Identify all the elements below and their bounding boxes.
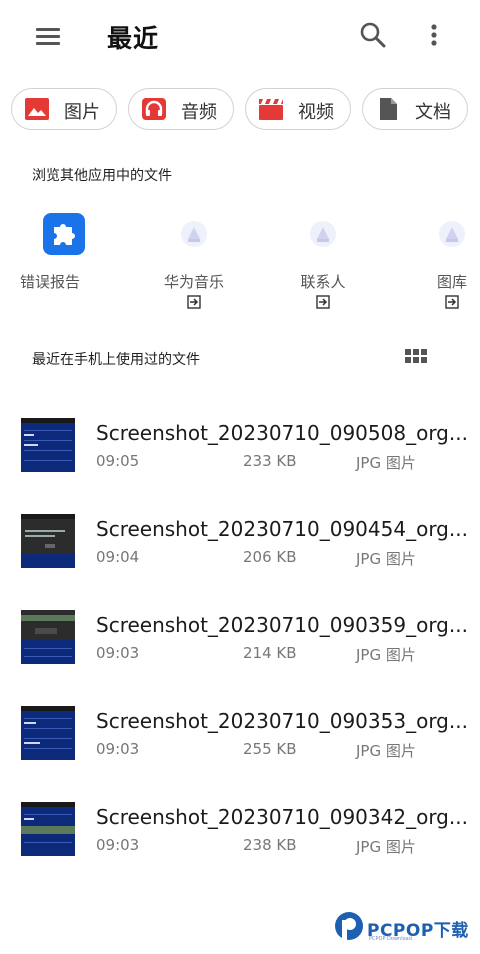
app-label: 图库 xyxy=(436,273,467,291)
recent-files-title: 最近在手机上使用过的文件 xyxy=(32,352,200,368)
category-chips: 图片 音频 视频 文档 xyxy=(11,88,471,132)
file-thumbnail xyxy=(21,514,75,568)
file-name: Screenshot_20230710_090353_org.... xyxy=(96,709,466,733)
app-huawei-music[interactable]: 华为音乐 xyxy=(139,205,249,315)
app-label: 华为音乐 xyxy=(163,273,224,291)
file-row[interactable]: Screenshot_20230710_090454_org.... 09:04… xyxy=(0,514,480,594)
file-time: 09:03 xyxy=(96,740,140,758)
app-placeholder-icon xyxy=(173,213,215,255)
top-app-bar: 最近 xyxy=(0,0,480,72)
headphones-icon xyxy=(142,98,166,120)
file-name: Screenshot_20230710_090342_org.... xyxy=(96,805,466,829)
file-type: JPG 图片 xyxy=(356,550,416,568)
chip-label: 文档 xyxy=(415,102,451,123)
file-size: 206 KB xyxy=(243,548,297,566)
chip-audio[interactable]: 音频 xyxy=(128,88,234,130)
app-label: 联系人 xyxy=(300,273,346,291)
hamburger-menu-icon[interactable] xyxy=(30,20,66,52)
chip-label: 图片 xyxy=(64,102,100,123)
app-contacts[interactable]: 联系人 xyxy=(268,205,378,315)
app-placeholder-icon xyxy=(431,213,473,255)
chip-label: 音频 xyxy=(181,102,217,123)
app-bug-report[interactable]: 错误报告 xyxy=(9,205,119,315)
other-apps-title: 浏览其他应用中的文件 xyxy=(32,168,172,184)
file-time: 09:05 xyxy=(96,452,140,470)
open-in-app-icon xyxy=(445,295,459,309)
file-size: 238 KB xyxy=(243,836,297,854)
file-type: JPG 图片 xyxy=(356,646,416,664)
file-time: 09:03 xyxy=(96,644,140,662)
file-row[interactable]: Screenshot_20230710_090359_org.... 09:03… xyxy=(0,610,480,690)
page-title: 最近 xyxy=(107,24,160,53)
file-type: JPG 图片 xyxy=(356,838,416,856)
chip-label: 视频 xyxy=(298,102,334,123)
open-in-app-icon xyxy=(316,295,330,309)
file-thumbnail xyxy=(21,418,75,472)
file-name: Screenshot_20230710_090359_org.... xyxy=(96,613,466,637)
chip-images[interactable]: 图片 xyxy=(11,88,117,130)
clapperboard-icon xyxy=(259,99,283,120)
file-size: 233 KB xyxy=(243,452,297,470)
watermark-sub: PCPOP Download xyxy=(369,936,412,942)
app-placeholder-icon xyxy=(302,213,344,255)
app-label: 错误报告 xyxy=(19,273,80,291)
file-size: 255 KB xyxy=(243,740,297,758)
file-type: JPG 图片 xyxy=(356,454,416,472)
watermark: PCPOP下载 PCPOP Download xyxy=(333,910,480,954)
chip-video[interactable]: 视频 xyxy=(245,88,351,130)
document-icon xyxy=(380,98,397,120)
image-icon xyxy=(25,98,49,120)
file-row[interactable]: Screenshot_20230710_090508_org.... 09:05… xyxy=(0,418,480,498)
file-name: Screenshot_20230710_090454_org.... xyxy=(96,517,466,541)
open-in-app-icon xyxy=(187,295,201,309)
file-row[interactable]: Screenshot_20230710_090353_org.... 09:03… xyxy=(0,706,480,786)
file-row[interactable]: Screenshot_20230710_090342_org.... 09:03… xyxy=(0,802,480,882)
file-name: Screenshot_20230710_090508_org.... xyxy=(96,421,466,445)
file-thumbnail xyxy=(21,706,75,760)
chip-documents[interactable]: 文档 xyxy=(362,88,468,130)
grid-view-icon[interactable] xyxy=(400,343,434,373)
file-size: 214 KB xyxy=(243,644,297,662)
file-time: 09:04 xyxy=(96,548,140,566)
file-time: 09:03 xyxy=(96,836,140,854)
other-apps-list: 错误报告 华为音乐 联系人 图库 xyxy=(0,205,480,315)
puzzle-icon xyxy=(43,213,85,255)
file-type: JPG 图片 xyxy=(356,742,416,760)
app-gallery[interactable]: 图库 xyxy=(397,205,480,315)
more-vertical-icon[interactable] xyxy=(420,18,448,52)
search-icon[interactable] xyxy=(356,18,390,52)
file-thumbnail xyxy=(21,610,75,664)
pcpop-logo xyxy=(335,912,363,942)
file-thumbnail xyxy=(21,802,75,856)
